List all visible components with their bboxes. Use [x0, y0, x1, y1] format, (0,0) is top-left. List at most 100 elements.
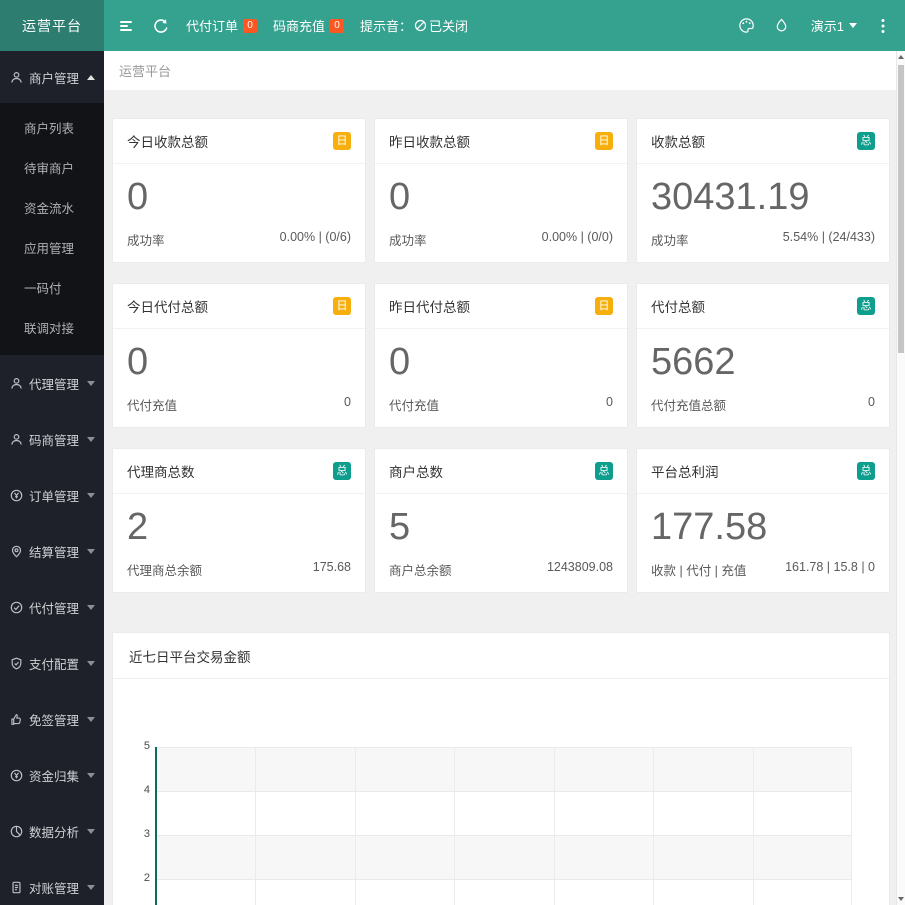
card-value: 0 [127, 176, 149, 218]
nav-label: 码商充值 [273, 19, 326, 34]
sidebar-item-one-code-pay[interactable]: 一码付 [0, 269, 104, 309]
card-title: 昨日收款总额 [389, 135, 470, 150]
sound-notice-toggle[interactable]: 提示音： 已关闭 [360, 16, 468, 35]
main-content: 运营平台 今日收款总额日 0 成功率 0.00% | (0/6) 昨日收款总额日 … [104, 51, 896, 905]
scrollbar[interactable] [896, 51, 905, 905]
sidebar-group-label: 结算管理 [29, 545, 80, 560]
card-value: 0 [389, 176, 411, 218]
scroll-up-arrow[interactable] [897, 51, 905, 63]
chart-gridline [255, 747, 257, 905]
sidebar-group-agent-mgmt[interactable]: 代理管理 [0, 355, 104, 411]
stat-card-platform-profit: 平台总利润 总 177.58 收款 | 代付 | 充值 161.78 | 15.8 … [636, 448, 890, 593]
stat-card-yesterday-payout: 昨日代付总额 日 0 代付充值 0 [374, 283, 628, 428]
sidebar-item-app-mgmt[interactable]: 应用管理 [0, 229, 104, 269]
card-value: 0 [389, 341, 411, 383]
card-footer-label: 代理商总余额 [127, 564, 203, 578]
scroll-down-arrow[interactable] [897, 893, 905, 905]
card-footer-value: 0 [344, 395, 351, 409]
menu-toggle-icon[interactable] [116, 16, 136, 36]
chart-gridline [851, 747, 852, 905]
sound-notice-label: 提示音： [360, 19, 413, 34]
sidebar-group-label: 支付配置 [29, 657, 80, 672]
thumbs-up-icon [10, 713, 23, 726]
y-axis-tick: 4 [143, 784, 150, 796]
chart-gridline [752, 747, 754, 905]
card-title: 代付总额 [651, 300, 705, 315]
stat-card-yesterday-collection: 昨日收款总额 日 0 成功率 0.00% | (0/0) [374, 118, 628, 263]
chart-band [156, 835, 852, 879]
chevron-down-icon [87, 380, 95, 386]
count-badge: 0 [243, 18, 258, 33]
chevron-down-icon [87, 884, 95, 890]
theme-palette-icon[interactable] [737, 16, 757, 36]
stat-card-total-collection: 收款总额 总 30431.19 成功率 5.54% | (24/433) [636, 118, 890, 263]
sound-notice-state: 已关闭 [429, 19, 469, 34]
count-badge: 0 [330, 18, 345, 33]
sidebar-group-nosign-mgmt[interactable]: 免签管理 [0, 691, 104, 747]
card-value: 177.58 [651, 506, 768, 548]
refresh-icon[interactable] [151, 16, 171, 36]
sidebar-group-codedealer-mgmt[interactable]: 码商管理 [0, 411, 104, 467]
card-footer-label: 代付充值总额 [651, 399, 727, 413]
total-badge: 总 [857, 132, 875, 150]
total-badge: 总 [857, 297, 875, 315]
header: 运营平台 代付订单 0 码商充值 0 提示音： 已关闭 演示1 [0, 0, 905, 51]
card-title: 昨日代付总额 [389, 300, 470, 315]
yen-circle-icon [10, 769, 23, 782]
y-axis-line [155, 747, 157, 905]
sidebar-group-label: 对账管理 [29, 881, 80, 896]
y-axis-tick: 3 [143, 828, 150, 840]
sidebar-group-payment-config[interactable]: 支付配置 [0, 635, 104, 691]
total-badge: 总 [595, 462, 613, 480]
topbar: 代付订单 0 码商充值 0 提示音： 已关闭 演示1 [104, 0, 905, 51]
sidebar-group-payout-mgmt[interactable]: 代付管理 [0, 579, 104, 635]
card-footer-label: 代付充值 [389, 399, 440, 413]
breadcrumb-label: 运营平台 [119, 64, 172, 79]
sidebar-group-merchant-mgmt[interactable]: 商户管理 [0, 51, 104, 103]
sidebar-group-settlement-mgmt[interactable]: 结算管理 [0, 523, 104, 579]
daily-badge: 日 [333, 297, 351, 315]
scrollbar-thumb[interactable] [898, 65, 904, 353]
caret-down-icon [849, 23, 857, 28]
nav-codedealer-recharge[interactable]: 码商充值 0 [273, 16, 345, 35]
card-footer-value: 0 [868, 395, 875, 409]
card-value: 5 [389, 506, 411, 548]
card-title: 今日代付总额 [127, 300, 208, 315]
card-title: 商户总数 [389, 465, 443, 480]
card-title: 收款总额 [651, 135, 705, 150]
tag-icon[interactable] [772, 16, 792, 36]
card-footer-value: 0.00% | (0/6) [279, 230, 351, 244]
sidebar-group-data-analysis[interactable]: 数据分析 [0, 803, 104, 859]
stat-card-agent-count: 代理商总数 总 2 代理商总余额 175.68 [112, 448, 366, 593]
app-logo: 运营平台 [0, 0, 104, 51]
sidebar-group-label: 码商管理 [29, 433, 80, 448]
card-footer-label: 成功率 [651, 234, 689, 248]
card-footer-label: 代付充值 [127, 399, 178, 413]
nav-payout-orders[interactable]: 代付订单 0 [186, 16, 258, 35]
total-badge: 总 [857, 462, 875, 480]
chart-band [156, 791, 852, 835]
sidebar-group-order-mgmt[interactable]: 订单管理 [0, 467, 104, 523]
app-root: 运营平台 代付订单 0 码商充值 0 提示音： 已关闭 演示1 商户管理 商户列… [0, 0, 905, 905]
sidebar-item-merchant-list[interactable]: 商户列表 [0, 109, 104, 149]
chart-band [156, 879, 852, 905]
more-menu-icon[interactable] [873, 16, 893, 36]
card-footer-label: 成功率 [389, 234, 427, 248]
mute-icon [414, 19, 427, 32]
sidebar-group-label: 资金归集 [29, 769, 80, 784]
sidebar-group-fund-collection[interactable]: 资金归集 [0, 747, 104, 803]
user-menu[interactable]: 演示1 [811, 16, 857, 35]
sidebar-item-pending-merchants[interactable]: 待审商户 [0, 149, 104, 189]
daily-badge: 日 [595, 132, 613, 150]
user-icon [10, 433, 23, 446]
card-footer-value: 5.54% | (24/433) [782, 230, 875, 244]
card-footer-label: 商户总余额 [389, 564, 452, 578]
card-footer-value: 0.00% | (0/0) [541, 230, 613, 244]
sidebar-item-fund-flow[interactable]: 资金流水 [0, 189, 104, 229]
sidebar-item-integration[interactable]: 联调对接 [0, 309, 104, 349]
sidebar-group-label: 免签管理 [29, 713, 80, 728]
shield-icon [10, 657, 23, 670]
yen-circle-icon [10, 489, 23, 502]
sidebar-group-reconciliation-mgmt[interactable]: 对账管理 [0, 859, 104, 905]
chart-gridline [354, 747, 356, 905]
